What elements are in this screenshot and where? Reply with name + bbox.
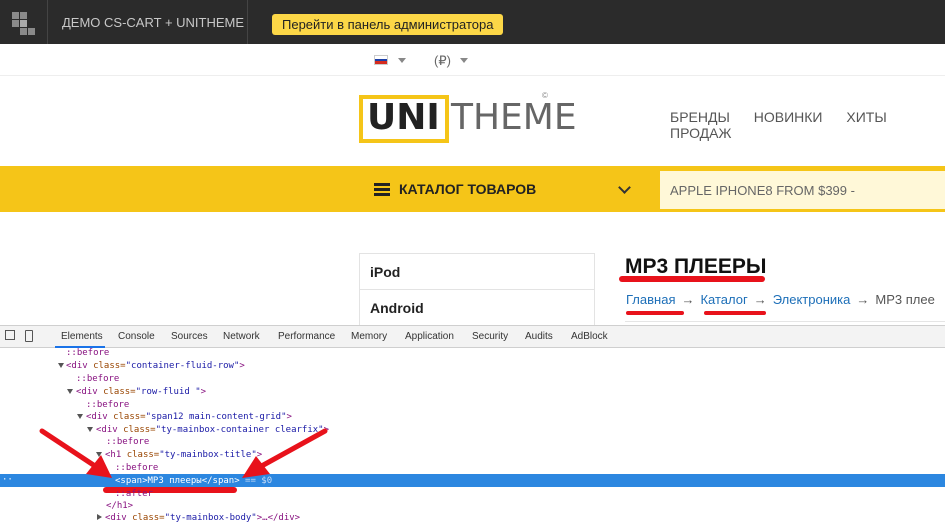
left-red-arrow-icon (39, 428, 112, 478)
right-red-arrow-icon (242, 428, 328, 478)
annotation-arrows (39, 428, 328, 478)
